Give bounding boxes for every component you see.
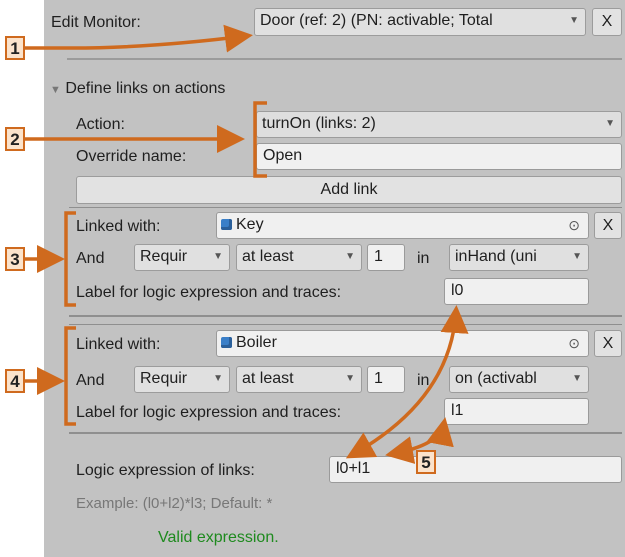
annotation-badge-1: 1: [5, 36, 25, 60]
annotation-arrows: [24, 24, 469, 464]
annotation-arrow-1: [24, 24, 253, 53]
annotation-badge-5: 5: [416, 450, 436, 474]
annotation-bracket-3: [64, 211, 76, 307]
annotation-bracket-4: [64, 326, 76, 426]
annotation-bracket-2: [253, 101, 267, 178]
annotation-badge-2: 2: [5, 127, 25, 151]
annotation-badge-4: 4: [5, 369, 25, 393]
annotation-badge-3: 3: [5, 247, 25, 271]
